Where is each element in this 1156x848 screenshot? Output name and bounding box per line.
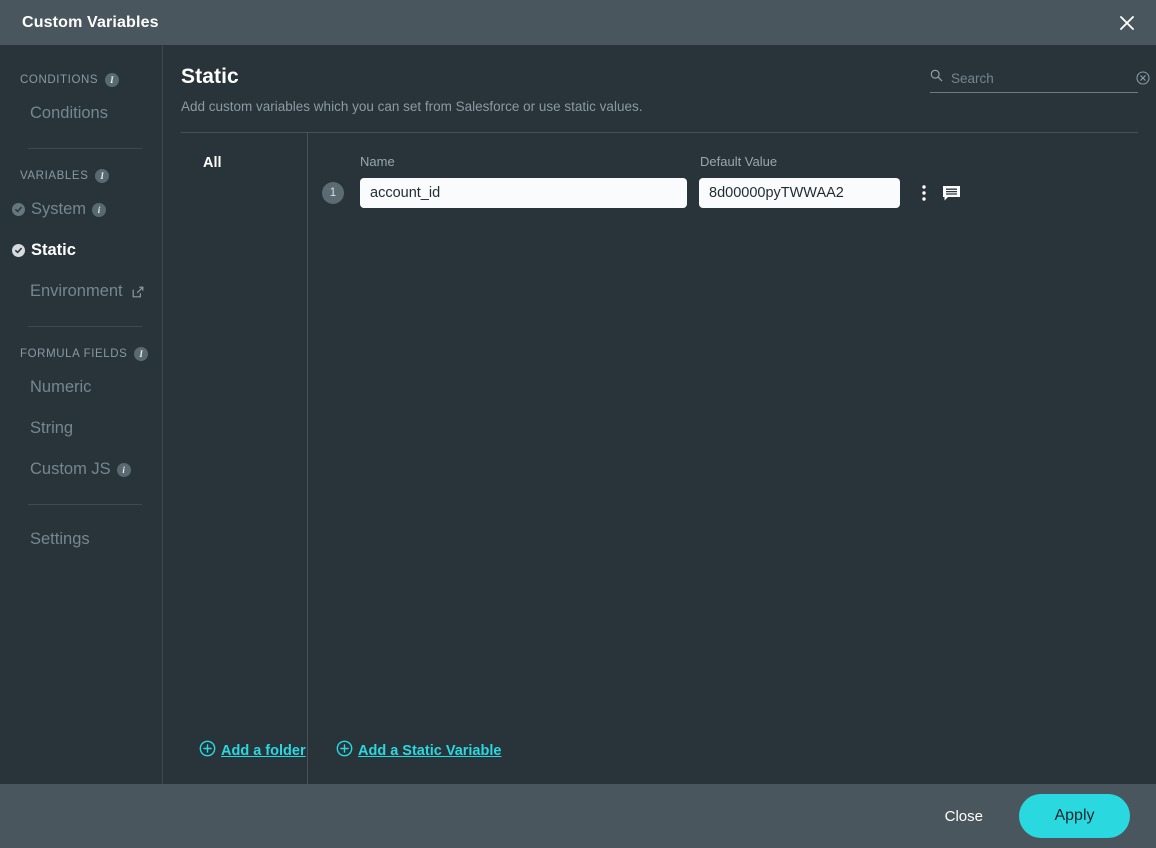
sidebar-item-static[interactable]: Static [0, 230, 162, 271]
plus-circle-icon [199, 740, 216, 761]
sidebar-item-label: Settings [30, 530, 90, 548]
check-circle-icon [12, 244, 25, 257]
sidebar-item-conditions[interactable]: Conditions [0, 93, 162, 134]
kebab-menu-icon[interactable] [922, 184, 926, 202]
sidebar-divider [28, 504, 142, 505]
header-divider [181, 132, 1138, 133]
folder-column-footer: Add a folder [181, 740, 307, 784]
sidebar-group-label: VARIABLES [20, 170, 89, 182]
variable-name-input[interactable] [360, 178, 687, 208]
info-icon[interactable]: i [105, 73, 120, 87]
comment-icon[interactable] [942, 185, 961, 202]
sidebar-item-settings[interactable]: Settings [0, 519, 162, 560]
sidebar-item-label: String [30, 419, 74, 437]
table-row: 1 [322, 178, 1138, 208]
column-header-name: Name [360, 154, 395, 169]
folder-column: All Add a folder [181, 133, 308, 784]
dialog-title: Custom Variables [22, 13, 159, 31]
search-icon [930, 69, 943, 87]
dialog-footer: Close Apply [0, 784, 1156, 848]
sidebar-group-label: FORMULA FIELDS [20, 348, 128, 360]
sidebar-group-label: CONDITIONS [20, 74, 99, 86]
sidebar-item-label: Conditions [30, 104, 108, 122]
search-input[interactable] [951, 70, 1128, 86]
sidebar-item-label: Environment [30, 282, 123, 300]
info-icon[interactable]: i [92, 202, 107, 217]
main-panel: Static Add custom variables which you ca… [163, 45, 1156, 784]
sidebar-group-conditions: CONDITIONS i [0, 67, 162, 93]
info-icon[interactable]: i [134, 347, 149, 361]
content-area: All Add a folder Name Default Value 1 ac… [181, 133, 1138, 784]
sidebar-item-string[interactable]: String [0, 408, 162, 449]
check-circle-icon [12, 203, 25, 216]
search-box [930, 69, 1150, 93]
column-header-default-value: Default Value [700, 154, 778, 169]
sidebar-item-label: System [31, 200, 87, 218]
close-icon[interactable] [1110, 6, 1144, 40]
sidebar-group-variables: VARIABLES i [0, 163, 162, 189]
info-icon[interactable]: i [95, 169, 110, 183]
clear-circle-icon[interactable] [1136, 71, 1150, 85]
close-button[interactable]: Close [935, 800, 993, 833]
add-static-variable-button[interactable]: Add a Static Variable [336, 740, 501, 761]
sidebar-divider [28, 148, 142, 149]
table-footer: Add a Static Variable [322, 740, 1138, 784]
sidebar-item-label: Custom JS [30, 460, 111, 478]
sidebar-item-numeric[interactable]: Numeric [0, 367, 162, 408]
custom-variables-dialog: Custom Variables CONDITIONS i Conditions… [0, 0, 1156, 848]
folder-item-all[interactable]: All [181, 151, 307, 175]
sidebar-item-environment[interactable]: Environment [0, 271, 162, 312]
dialog-titlebar: Custom Variables [0, 0, 1156, 45]
sidebar-item-custom-js[interactable]: Custom JS i [0, 449, 162, 490]
info-icon[interactable]: i [116, 462, 131, 477]
sidebar-item-system[interactable]: System i [0, 189, 162, 230]
dialog-body: CONDITIONS i Conditions VARIABLES i Syst… [0, 45, 1156, 784]
plus-circle-icon [336, 740, 353, 761]
add-folder-button[interactable]: Add a folder [199, 740, 306, 761]
variables-table: Name Default Value 1 account_id 8d00000p… [308, 133, 1138, 784]
external-link-icon [132, 286, 144, 298]
row-index-badge: 1 [322, 182, 344, 204]
sidebar-item-label: Static [31, 241, 76, 259]
add-static-variable-label: Add a Static Variable [358, 742, 502, 759]
page-subtitle: Add custom variables which you can set f… [181, 99, 643, 114]
main-header: Static Add custom variables which you ca… [181, 45, 1150, 133]
apply-button[interactable]: Apply [1019, 794, 1130, 838]
table-column-headers: Name Default Value [322, 151, 1138, 169]
sidebar-group-formula-fields: FORMULA FIELDS i [0, 341, 162, 367]
sidebar-item-label: Numeric [30, 378, 92, 396]
sidebar: CONDITIONS i Conditions VARIABLES i Syst… [0, 45, 163, 784]
variable-default-value-input[interactable] [699, 178, 900, 208]
add-folder-label: Add a folder [221, 742, 306, 759]
row-actions [922, 184, 961, 202]
sidebar-divider [28, 326, 142, 327]
